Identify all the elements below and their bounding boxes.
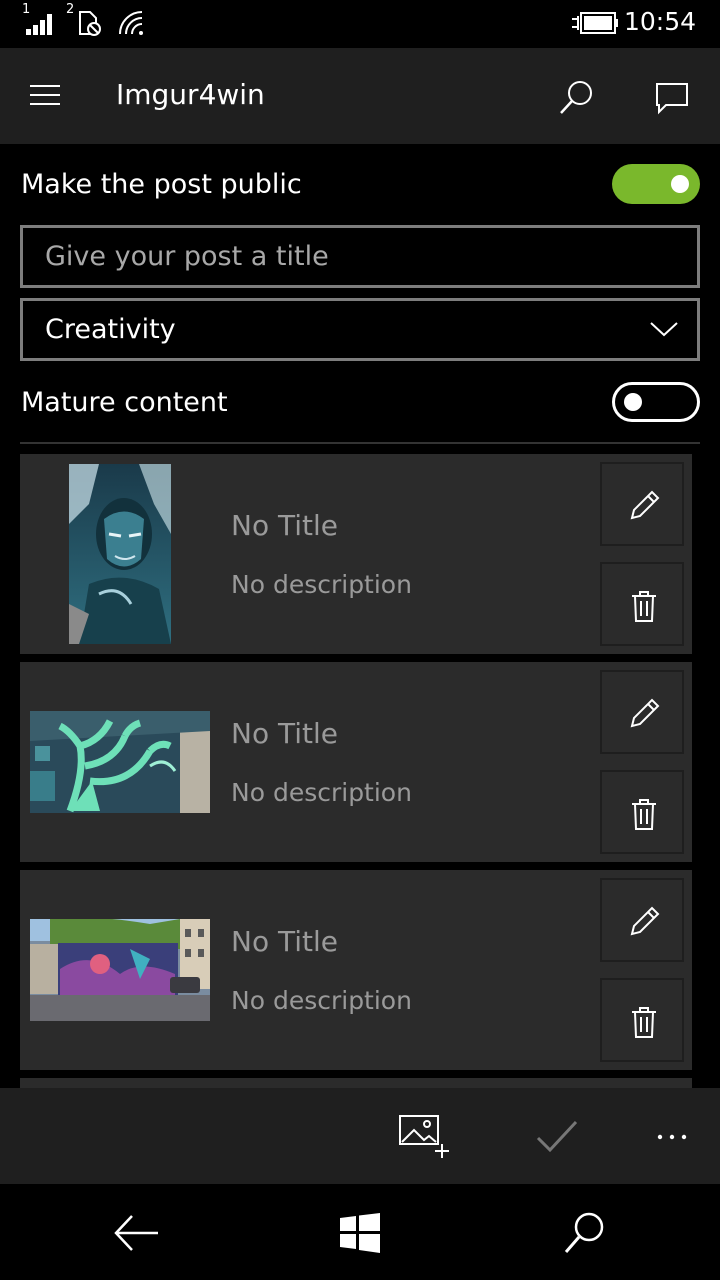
search-icon[interactable] (556, 78, 596, 118)
image-card-partial (20, 1078, 692, 1088)
mature-toggle[interactable] (612, 382, 700, 422)
image-description: No description (231, 986, 412, 1015)
trash-icon (632, 591, 656, 622)
title-input[interactable]: Give your post a title (20, 225, 700, 288)
pencil-icon (630, 698, 660, 728)
portrait-mural-thumbnail (69, 464, 171, 644)
system-nav-bar (0, 1184, 720, 1280)
image-description: No description (231, 778, 412, 807)
post-form: Make the post public Give your post a ti… (0, 144, 720, 1088)
comment-icon[interactable] (652, 80, 692, 116)
topic-dropdown[interactable]: Creativity (20, 298, 700, 361)
chevron-down-icon (650, 322, 678, 337)
toggle-knob (624, 393, 642, 411)
windows-start-icon[interactable] (334, 1208, 386, 1258)
search-icon[interactable] (558, 1208, 610, 1258)
checkmark-icon[interactable] (532, 1112, 584, 1162)
edit-button[interactable] (600, 670, 684, 754)
clock: 10:54 (623, 7, 696, 36)
sim-blocked-icon (79, 11, 101, 36)
sim1-label: 1 (22, 2, 31, 17)
image-description: No description (231, 570, 412, 599)
edit-button[interactable] (600, 462, 684, 546)
back-arrow-icon[interactable] (110, 1208, 162, 1258)
app-bar: Imgur4win (0, 48, 720, 144)
title-placeholder: Give your post a title (45, 241, 329, 272)
delete-button[interactable] (600, 770, 684, 854)
wifi-icon (119, 11, 143, 35)
command-bar (0, 1088, 720, 1184)
pencil-icon (630, 490, 660, 520)
status-bar: 1 2 10:54 (0, 0, 720, 48)
image-title: No Title (231, 717, 338, 750)
trash-icon (632, 1007, 656, 1038)
app-title: Imgur4win (116, 78, 265, 111)
toggle-knob (671, 175, 689, 193)
image-card: No Title No description (20, 870, 692, 1070)
topic-selected: Creativity (45, 314, 176, 345)
image-card: No Title No description (20, 454, 692, 654)
trash-icon (632, 799, 656, 830)
delete-button[interactable] (600, 978, 684, 1062)
image-title: No Title (231, 509, 338, 542)
pencil-icon (630, 906, 660, 936)
image-title: No Title (231, 925, 338, 958)
edit-button[interactable] (600, 878, 684, 962)
divider (20, 442, 700, 444)
mature-label: Mature content (21, 387, 228, 418)
tree-mural-thumbnail (30, 711, 210, 813)
public-toggle[interactable] (612, 164, 700, 204)
battery-charging-icon (572, 12, 618, 34)
sim2-label: 2 (66, 2, 75, 17)
more-icon[interactable] (646, 1112, 698, 1162)
add-image-icon[interactable] (398, 1112, 450, 1162)
delete-button[interactable] (600, 562, 684, 646)
image-card: No Title No description (20, 662, 692, 862)
hamburger-menu-icon[interactable] (28, 82, 68, 110)
street-mural-thumbnail (30, 919, 210, 1021)
public-label: Make the post public (21, 169, 302, 200)
